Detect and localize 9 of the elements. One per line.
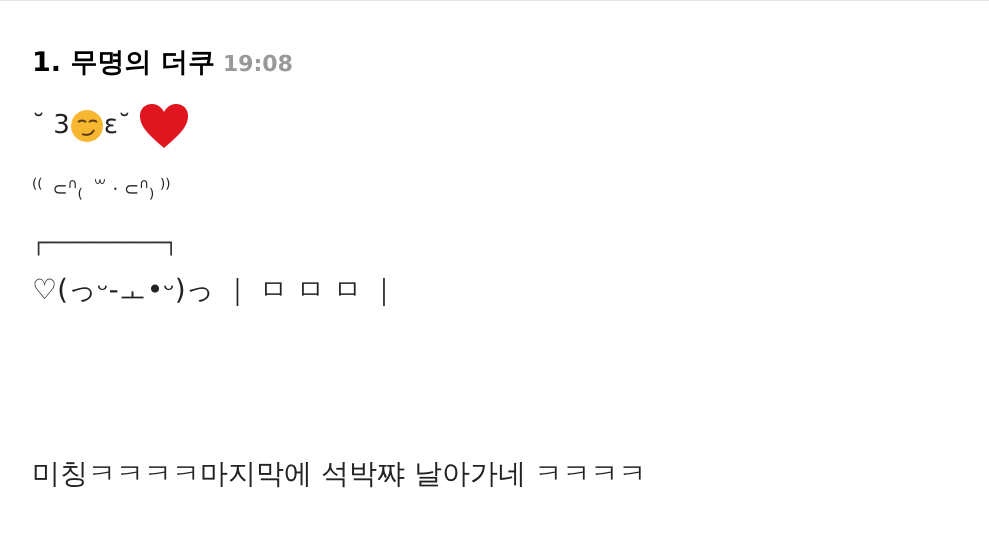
- comment-time: 19:08: [222, 51, 293, 79]
- heart-icon: [139, 102, 190, 148]
- box-drawing-text: ┌─────────┐: [32, 230, 178, 258]
- smirking-face-icon: [70, 108, 104, 142]
- comment-text: ♡(っᵕ-ㅗ•ᵕ)っ ｜ ㅁ ㅁ ㅁ ｜: [32, 272, 398, 308]
- comment-text: ˘ 3: [32, 109, 70, 142]
- comment-text: ε˘: [104, 109, 132, 142]
- comment-text: 미칭ㅋㅋㅋㅋ마지막에 석박쨔 날아가네 ㅋㅋㅋㅋ: [32, 456, 647, 492]
- comment-author: 1. 무명의 더쿠: [32, 46, 215, 80]
